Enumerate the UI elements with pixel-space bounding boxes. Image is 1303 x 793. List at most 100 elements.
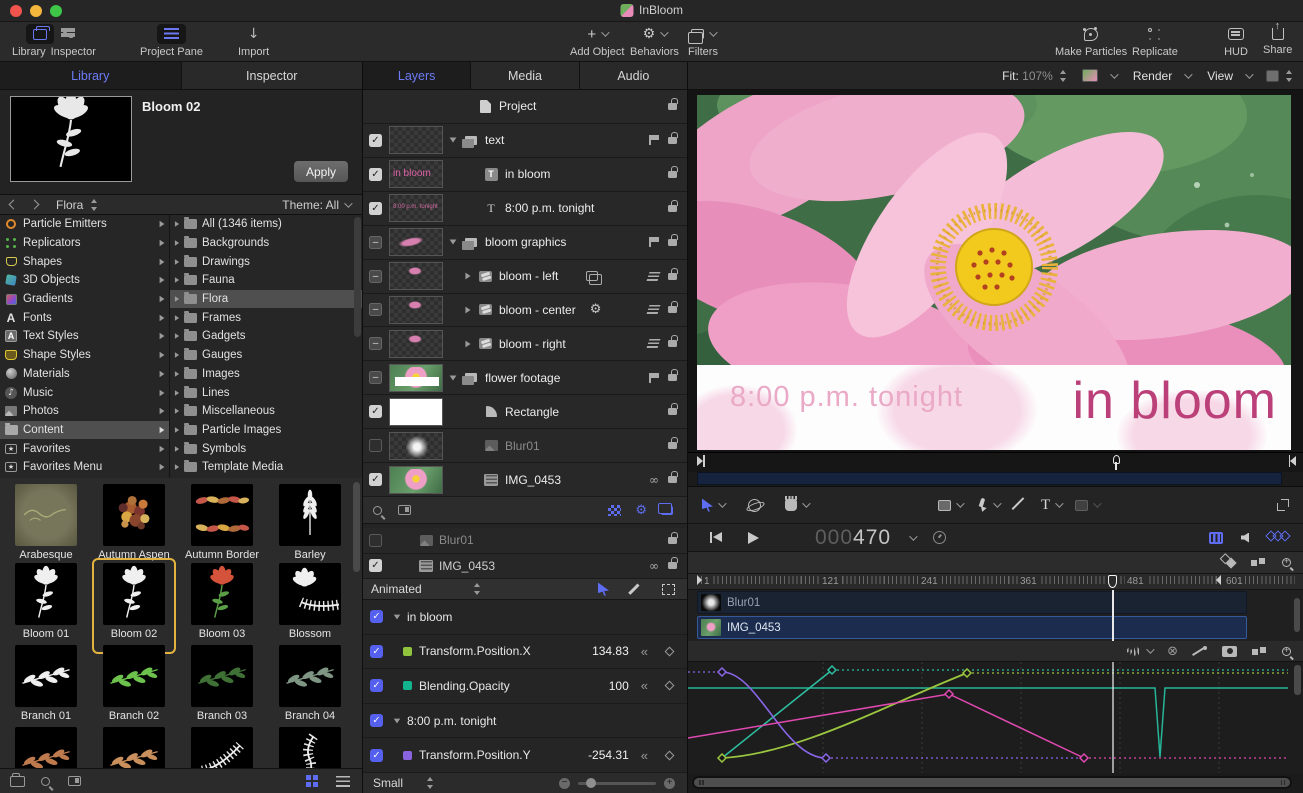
publish-icon[interactable] <box>649 135 659 145</box>
add-keyframe-icon[interactable] <box>665 750 675 760</box>
prev-keyframe-icon[interactable]: « <box>641 644 648 659</box>
timeline-row-img-0453[interactable]: IMG_0453 ∞ <box>363 554 687 580</box>
disclosure-closed-icon[interactable] <box>465 307 470 314</box>
keyframe-zoom-icon[interactable] <box>1282 647 1291 656</box>
track-bar-img-0453[interactable]: IMG_0453 <box>697 616 1247 639</box>
stepper-icon[interactable] <box>427 777 434 789</box>
mini-timeline-clip-bar[interactable] <box>697 472 1282 485</box>
clear-curve-icon[interactable]: ⊗ <box>1167 645 1178 658</box>
layer-row-rectangle[interactable]: Rectangle <box>363 395 687 429</box>
parameter-checkbox[interactable] <box>370 679 383 692</box>
lock-icon[interactable] <box>668 273 677 280</box>
parameter-checkbox[interactable] <box>370 714 383 727</box>
folder-scrollbar[interactable] <box>354 217 361 337</box>
grid-scrollbar[interactable] <box>353 482 360 572</box>
folder-backgrounds[interactable]: Backgrounds <box>170 234 362 253</box>
animated-dropdown[interactable]: Animated <box>371 582 422 596</box>
category-favorites[interactable]: ★Favorites <box>0 439 169 458</box>
track-bar-blur01[interactable]: Blur01 <box>697 591 1247 614</box>
folder-lines[interactable]: Lines <box>170 383 362 402</box>
disclosure-closed-icon[interactable] <box>465 273 470 280</box>
3d-transform-tool-icon[interactable] <box>748 499 761 512</box>
new-folder-icon[interactable] <box>10 776 25 787</box>
zoom-level-value[interactable]: 107% <box>1022 69 1053 83</box>
timeline-row-blur01[interactable]: Blur01 <box>363 528 687 554</box>
snapshot-icon[interactable] <box>1251 557 1266 568</box>
show-audio-timeline-icon[interactable] <box>1241 533 1249 543</box>
layer-row-8pm-tonight[interactable]: T 8:00 p.m. tonight <box>363 192 687 226</box>
preview-pane-icon[interactable] <box>398 505 411 515</box>
text-tool[interactable]: T <box>1041 497 1061 514</box>
out-point-marker[interactable] <box>1216 575 1221 585</box>
activation-checkbox[interactable] <box>369 559 382 572</box>
show-behaviors-icon[interactable]: ⚙ <box>635 504 647 517</box>
share-button[interactable]: Share <box>1263 22 1292 56</box>
keyframe-curves[interactable] <box>688 662 1303 773</box>
prev-keyframe-icon[interactable]: « <box>641 678 648 693</box>
lock-icon[interactable] <box>668 442 677 449</box>
replicate-button[interactable]: Replicate <box>1132 24 1178 58</box>
library-item-bloom-02-selected[interactable]: Bloom 02 <box>90 563 178 640</box>
snapshot-icon[interactable] <box>1252 646 1267 657</box>
category-favorites-menu[interactable]: ★Favorites Menu <box>0 458 169 477</box>
layer-row-bloom-left[interactable]: bloom - left <box>363 260 687 294</box>
layer-row-bloom-right[interactable]: bloom - right <box>363 327 687 361</box>
layer-row-blur01[interactable]: Blur01 <box>363 429 687 463</box>
timeline-ruler[interactable]: 1 121 241 361 481 601 <box>688 574 1303 590</box>
library-item-row4-3[interactable] <box>178 727 266 768</box>
search-icon[interactable] <box>41 777 50 786</box>
library-item-arabesque[interactable]: Arabesque <box>2 484 90 561</box>
category-content-selected[interactable]: Content <box>0 421 169 440</box>
parameter-value[interactable]: 100 <box>609 679 629 693</box>
prev-keyframe-icon[interactable]: « <box>641 748 648 763</box>
activation-checkbox[interactable] <box>369 473 382 486</box>
kf-param-position-x[interactable]: Transform.Position.X 134.83 « <box>363 635 687 670</box>
minimize-window-button[interactable] <box>30 5 42 17</box>
lanes-scrollbar[interactable] <box>1294 598 1300 632</box>
tab-layers[interactable]: Layers <box>363 62 471 89</box>
play-range-in-icon[interactable] <box>697 456 703 466</box>
close-window-button[interactable] <box>10 5 22 17</box>
forward-icon[interactable] <box>30 200 40 210</box>
search-icon[interactable] <box>373 506 382 515</box>
lock-icon[interactable] <box>668 374 677 381</box>
mini-playhead[interactable] <box>1113 455 1120 464</box>
kf-param-opacity[interactable]: Blending.Opacity 100 « <box>363 669 687 704</box>
category-fonts[interactable]: AFonts <box>0 308 169 327</box>
zoom-slider[interactable] <box>578 782 656 785</box>
folder-particle-images[interactable]: Particle Images <box>170 421 362 440</box>
pan-tool[interactable] <box>785 499 808 511</box>
mini-timeline[interactable] <box>688 452 1303 472</box>
channels-swatch[interactable] <box>1082 69 1098 82</box>
show-filters-icon[interactable] <box>661 506 673 515</box>
library-item-row4-2[interactable] <box>90 727 178 768</box>
library-item-barley[interactable]: Barley <box>266 484 354 561</box>
fullscreen-icon[interactable] <box>1277 499 1289 511</box>
kf-group-in-bloom[interactable]: in bloom <box>363 600 687 635</box>
timeline-zoom-icon[interactable] <box>1282 558 1291 567</box>
folder-flora-selected[interactable]: Flora <box>170 290 362 309</box>
play-button[interactable] <box>748 532 759 544</box>
layout-swatch[interactable] <box>1266 70 1279 82</box>
zoom-in-icon[interactable]: + <box>664 778 675 789</box>
shape-tool[interactable] <box>938 500 962 511</box>
lock-icon[interactable] <box>668 476 677 483</box>
activation-checkbox[interactable] <box>369 439 382 452</box>
layer-row-project[interactable]: Project <box>363 90 687 124</box>
activation-checkbox[interactable] <box>369 168 382 181</box>
folder-images[interactable]: Images <box>170 365 362 384</box>
curve-scrollbar[interactable] <box>1294 665 1301 695</box>
tab-library[interactable]: Library <box>0 62 182 89</box>
category-text-styles[interactable]: AText Styles <box>0 327 169 346</box>
kf-group-8pm-tonight[interactable]: 8:00 p.m. tonight <box>363 704 687 739</box>
select-tool-icon[interactable] <box>598 583 609 596</box>
library-item-branch-03[interactable]: Branch 03 <box>178 645 266 722</box>
timer-icon[interactable] <box>933 531 946 544</box>
publish-icon[interactable] <box>649 237 659 247</box>
lock-icon[interactable] <box>668 205 677 212</box>
library-item-branch-04[interactable]: Branch 04 <box>266 645 354 722</box>
view-menu[interactable]: View <box>1207 69 1233 83</box>
disclosure-open-icon[interactable] <box>394 614 400 619</box>
theme-filter[interactable]: Theme: All <box>282 198 339 212</box>
scrollbar-thumb[interactable] <box>694 778 1290 787</box>
